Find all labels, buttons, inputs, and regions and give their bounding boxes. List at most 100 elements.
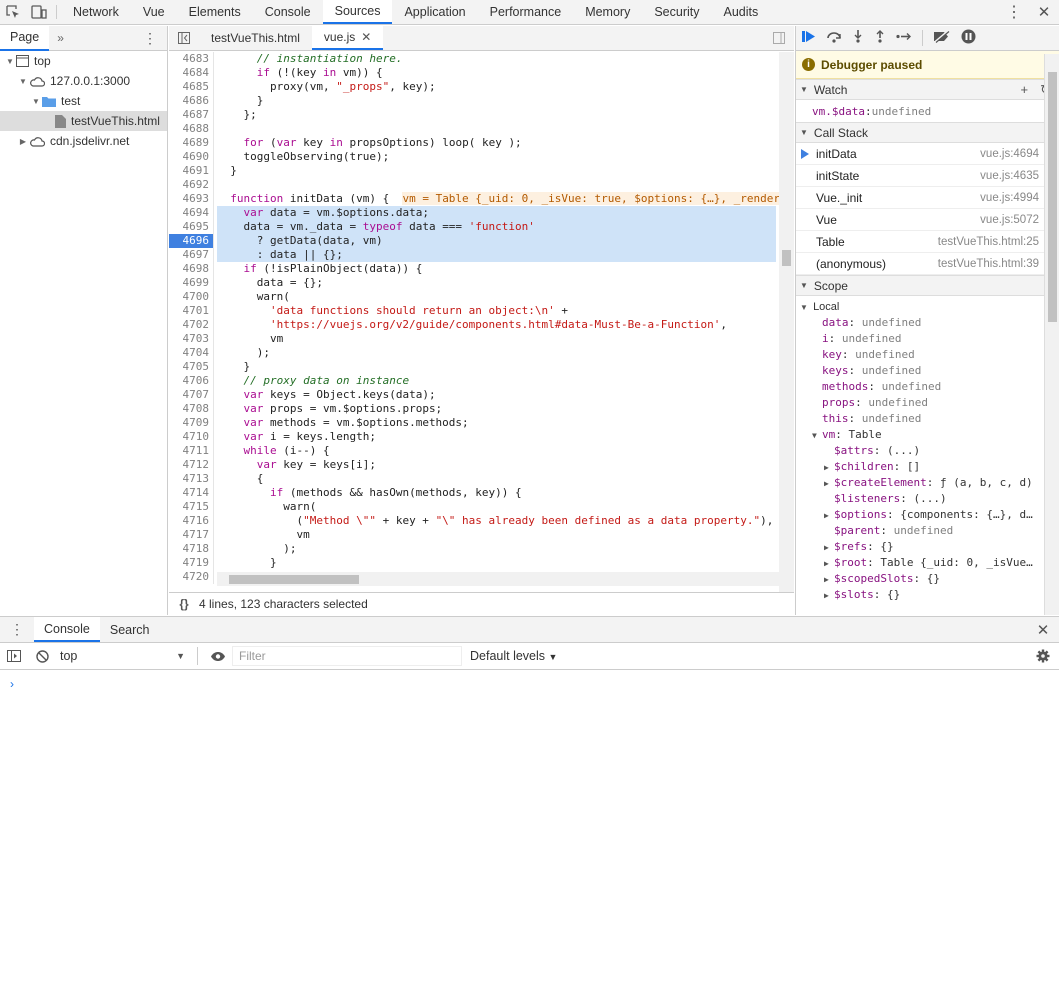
scope-variable[interactable]: $listeners: (...)	[796, 491, 1059, 507]
console-prompt[interactable]: ›	[10, 677, 14, 691]
expand-triangle-icon[interactable]: ▶	[824, 476, 834, 492]
code-line[interactable]: 4684 if (!(key in vm)) {	[169, 66, 794, 80]
code-line[interactable]: 4692	[169, 178, 794, 192]
expand-arrow-icon[interactable]: ▶	[17, 137, 29, 146]
line-number[interactable]: 4701	[169, 304, 210, 318]
tree-item[interactable]: testVueThis.html	[0, 111, 167, 131]
toggle-navigator-icon[interactable]	[169, 26, 199, 50]
tab-drawer-console[interactable]: Console	[34, 617, 100, 642]
line-number[interactable]: 4686	[169, 94, 210, 108]
code-line[interactable]: 4706 // proxy data on instance	[169, 374, 794, 388]
scroll-thumb[interactable]	[229, 575, 359, 584]
callstack-section-header[interactable]: ▼ Call Stack	[796, 122, 1059, 143]
scope-variable[interactable]: ▶ $options: {components: {…}, d…	[796, 507, 1059, 523]
line-number[interactable]: 4711	[169, 444, 210, 458]
line-number[interactable]: 4705	[169, 360, 210, 374]
code-line[interactable]: 4697 : data || {};	[169, 248, 794, 262]
expand-triangle-icon[interactable]: ▶	[824, 540, 834, 556]
scope-variable[interactable]: this: undefined	[796, 411, 1059, 427]
scope-variable[interactable]: data: undefined	[796, 315, 1059, 331]
code-line[interactable]: 4698 if (!isPlainObject(data)) {	[169, 262, 794, 276]
code-line[interactable]: 4712 var key = keys[i];	[169, 458, 794, 472]
line-number[interactable]: 4714	[169, 486, 210, 500]
line-number[interactable]: 4720	[169, 570, 210, 584]
line-number[interactable]: 4695	[169, 220, 210, 234]
scope-variable[interactable]: methods: undefined	[796, 379, 1059, 395]
code-line[interactable]: 4690 toggleObserving(true);	[169, 150, 794, 164]
expand-triangle-icon[interactable]: ▶	[824, 572, 834, 588]
line-number[interactable]: 4710	[169, 430, 210, 444]
code-line[interactable]: 4686 }	[169, 94, 794, 108]
code-line[interactable]: 4717 vm	[169, 528, 794, 542]
frame-location[interactable]: testVueThis.html:25	[938, 236, 1039, 248]
line-number[interactable]: 4694	[169, 206, 210, 220]
more-tabs-icon[interactable]: »	[57, 31, 64, 45]
expand-triangle-icon[interactable]: ▶	[824, 588, 834, 604]
scope-variable[interactable]: $parent: undefined	[796, 523, 1059, 539]
scope-variable[interactable]: props: undefined	[796, 395, 1059, 411]
code-line[interactable]: 4685 proxy(vm, "_props", key);	[169, 80, 794, 94]
code-line[interactable]: 4710 var i = keys.length;	[169, 430, 794, 444]
line-number[interactable]: 4709	[169, 416, 210, 430]
line-number[interactable]: 4703	[169, 332, 210, 346]
code-line[interactable]: 4704 );	[169, 346, 794, 360]
tab-audits[interactable]: Audits	[712, 0, 771, 24]
callstack-frame[interactable]: (anonymous) testVueThis.html:39	[796, 253, 1059, 275]
device-toolbar-icon[interactable]	[26, 0, 52, 24]
editor-horizontal-scrollbar[interactable]	[217, 572, 779, 586]
scope-variable[interactable]: ▶ $root: Table {_uid: 0, _isVue…	[796, 555, 1059, 571]
line-number[interactable]: 4697	[169, 248, 210, 262]
code-area[interactable]: 4683 // instantiation here. 4684 if (!(ke…	[169, 52, 794, 598]
tab-memory[interactable]: Memory	[573, 0, 642, 24]
toggle-debugger-icon[interactable]	[764, 26, 794, 50]
console-filter-input[interactable]: Filter	[232, 646, 462, 666]
close-tab-icon[interactable]: ✕	[361, 30, 371, 44]
code-line[interactable]: 4683 // instantiation here.	[169, 52, 794, 66]
scope-variable[interactable]: key: undefined	[796, 347, 1059, 363]
frame-location[interactable]: testVueThis.html:39	[938, 258, 1039, 270]
scope-local-header[interactable]: ▼ Local	[796, 299, 1059, 315]
more-options-icon[interactable]: ⋮	[999, 0, 1029, 24]
debugger-scrollbar[interactable]	[1044, 54, 1059, 615]
line-number[interactable]: 4716	[169, 514, 210, 528]
live-expression-eye-icon[interactable]	[204, 651, 232, 662]
collapse-triangle-icon[interactable]: ▼	[812, 428, 822, 444]
scope-variable[interactable]: ▼ vm: Table	[796, 427, 1059, 443]
code-line[interactable]: 4699 data = {};	[169, 276, 794, 290]
code-line[interactable]: 4716 ("Method \"" + key + "\" has alread…	[169, 514, 794, 528]
editor-vertical-scrollbar[interactable]	[779, 52, 794, 598]
tab-application[interactable]: Application	[392, 0, 477, 24]
line-number[interactable]: 4702	[169, 318, 210, 332]
tab-vue[interactable]: Vue	[131, 0, 177, 24]
tab-file-vuejs[interactable]: vue.js ✕	[311, 26, 384, 50]
watch-expression[interactable]: vm.$data: undefined	[796, 100, 1059, 122]
line-number[interactable]: 4684	[169, 66, 210, 80]
console-settings-gear-icon[interactable]	[1027, 649, 1059, 663]
code-line[interactable]: 4687 };	[169, 108, 794, 122]
tab-security[interactable]: Security	[642, 0, 711, 24]
tab-file-testvuethis[interactable]: testVueThis.html	[199, 26, 312, 50]
line-number[interactable]: 4700	[169, 290, 210, 304]
code-line[interactable]: 4702 'https://vuejs.org/v2/guide/compone…	[169, 318, 794, 332]
step-out-icon[interactable]	[874, 30, 886, 46]
line-number[interactable]: 4718	[169, 542, 210, 556]
code-line[interactable]: 4711 while (i--) {	[169, 444, 794, 458]
tab-performance[interactable]: Performance	[478, 0, 574, 24]
collapse-arrow-icon[interactable]: ▼	[17, 77, 29, 86]
line-number[interactable]: 4708	[169, 402, 210, 416]
scope-variable[interactable]: ▶ $createElement: ƒ (a, b, c, d)	[796, 475, 1059, 491]
tab-page[interactable]: Page	[0, 25, 50, 51]
line-number[interactable]: 4689	[169, 136, 210, 150]
scroll-thumb[interactable]	[782, 250, 791, 266]
frame-location[interactable]: vue.js:5072	[980, 214, 1039, 226]
tab-sources[interactable]: Sources	[322, 0, 393, 24]
line-number[interactable]: 4719	[169, 556, 210, 570]
scope-variable[interactable]: ▶ $children: []	[796, 459, 1059, 475]
line-number[interactable]: 4713	[169, 472, 210, 486]
line-number[interactable]: 4704	[169, 346, 210, 360]
step-over-icon[interactable]	[826, 30, 842, 46]
code-line[interactable]: 4688	[169, 122, 794, 136]
tab-drawer-search[interactable]: Search	[100, 617, 160, 642]
line-number[interactable]: 4706	[169, 374, 210, 388]
scope-variable[interactable]: ▶ $refs: {}	[796, 539, 1059, 555]
